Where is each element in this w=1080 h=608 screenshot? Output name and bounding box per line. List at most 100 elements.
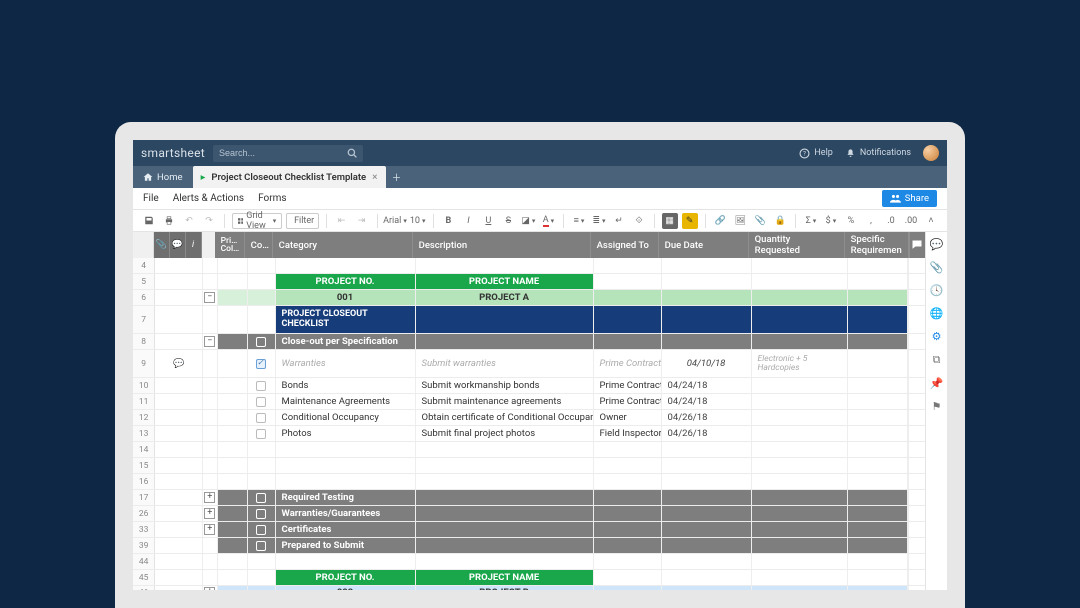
menu-forms[interactable]: Forms	[258, 193, 286, 204]
align-icon[interactable]: ≡▾	[571, 213, 587, 229]
currency-icon[interactable]: $▾	[823, 213, 839, 229]
row-comment-header[interactable]	[909, 232, 925, 258]
comment-col-header[interactable]: 💬	[170, 232, 186, 258]
section-row[interactable]: 17+Required Testing	[133, 490, 925, 506]
checkbox[interactable]	[256, 381, 266, 391]
dec-inc-icon[interactable]: .0	[883, 213, 899, 229]
table-row[interactable]: 9💬 Warranties Submit warranties Prime Co…	[133, 350, 925, 378]
copy-panel-icon[interactable]: ⧉	[933, 353, 941, 367]
project-header-row[interactable]: 5 PROJECT NO. PROJECT NAME	[133, 274, 925, 290]
comments-panel-icon[interactable]: 💬	[930, 238, 944, 251]
project-header-row[interactable]: 45 PROJECT NO. PROJECT NAME	[133, 570, 925, 586]
table-row[interactable]: 10 Bonds Submit workmanship bonds Prime …	[133, 378, 925, 394]
share-button[interactable]: Share	[882, 190, 937, 207]
close-icon[interactable]: ×	[372, 172, 377, 183]
font-dropdown[interactable]: Arial▾	[384, 213, 405, 229]
automation-icon[interactable]: ⚑	[932, 400, 942, 413]
print-icon[interactable]	[161, 213, 177, 229]
search-box[interactable]	[213, 145, 363, 162]
checkbox[interactable]	[256, 509, 266, 519]
table-row[interactable]: 12 Conditional Occupancy Obtain certific…	[133, 410, 925, 426]
avatar[interactable]	[923, 145, 939, 161]
col-category[interactable]: Category	[273, 232, 413, 258]
info-col-header[interactable]: i	[186, 232, 202, 258]
pin-icon[interactable]: 📌	[930, 377, 944, 390]
search-input[interactable]	[219, 148, 347, 158]
col-spec[interactable]: Specific Requiremen	[845, 232, 909, 258]
gridview-dropdown[interactable]: Grid View ▾	[232, 213, 283, 229]
link-icon[interactable]: 🔗	[712, 213, 728, 229]
expand-button[interactable]: +	[204, 524, 215, 535]
highlight-icon[interactable]: ✎	[682, 213, 698, 229]
home-tab[interactable]: Home	[133, 166, 193, 188]
strike-icon[interactable]: S	[500, 213, 516, 229]
sum-icon[interactable]: Σ▾	[803, 213, 819, 229]
checkbox[interactable]	[256, 397, 266, 407]
collapse-button[interactable]: −	[204, 292, 215, 303]
expand-button[interactable]: +	[204, 508, 215, 519]
table-row[interactable]: 16	[133, 474, 925, 490]
indent-icon[interactable]: ⇥	[354, 213, 370, 229]
attachments-panel-icon[interactable]: 📎	[930, 261, 944, 274]
format-icon[interactable]: ⟐	[631, 213, 647, 229]
menu-file[interactable]: File	[143, 193, 159, 204]
project-row[interactable]: 46+ 002 PROJECT B	[133, 586, 925, 590]
checkbox[interactable]	[256, 541, 266, 551]
fill-color-icon[interactable]: ◪▾	[520, 213, 536, 229]
redo-icon[interactable]: ↷	[201, 213, 217, 229]
checkbox[interactable]	[256, 359, 266, 369]
menu-alerts[interactable]: Alerts & Actions	[173, 193, 244, 204]
italic-icon[interactable]: I	[460, 213, 476, 229]
settings-panel-icon[interactable]: ⚙	[932, 330, 942, 343]
col-assigned[interactable]: Assigned To	[591, 232, 659, 258]
checkbox[interactable]	[256, 413, 266, 423]
comma-icon[interactable]: ,	[863, 213, 879, 229]
section-row[interactable]: 33+Certificates	[133, 522, 925, 538]
table-row[interactable]: 11 Maintenance Agreements Submit mainten…	[133, 394, 925, 410]
col-priority[interactable]: Pri… Col…	[215, 232, 245, 258]
image-icon[interactable]: 🖼	[732, 213, 748, 229]
expand-button[interactable]: +	[204, 492, 215, 503]
table-row[interactable]: 15	[133, 458, 925, 474]
expand-button[interactable]: +	[204, 587, 215, 590]
section-row[interactable]: 8− Close-out per Specification	[133, 334, 925, 350]
checkbox[interactable]	[256, 493, 266, 503]
lock-icon[interactable]: 🔒	[772, 213, 788, 229]
attachment-col-header[interactable]: 📎	[154, 232, 170, 258]
underline-icon[interactable]: U	[480, 213, 496, 229]
save-icon[interactable]	[141, 213, 157, 229]
valign-icon[interactable]: ≣▾	[591, 213, 607, 229]
new-tab-button[interactable]: ＋	[386, 166, 408, 188]
fontsize-dropdown[interactable]: 10▾	[410, 213, 426, 229]
col-description[interactable]: Description	[413, 232, 591, 258]
bold-icon[interactable]: B	[440, 213, 456, 229]
conditional-format-icon[interactable]: ▦	[662, 213, 678, 229]
help-link[interactable]: ? Help	[799, 148, 832, 159]
col-qty[interactable]: Quantity Requested	[749, 232, 845, 258]
section-row[interactable]: 39Prepared to Submit	[133, 538, 925, 554]
filter-button[interactable]: Filter	[286, 213, 319, 229]
checkbox[interactable]	[256, 337, 266, 347]
notifications-link[interactable]: Notifications	[845, 148, 911, 159]
percent-icon[interactable]: %	[843, 213, 859, 229]
table-row[interactable]: 14	[133, 442, 925, 458]
document-tab[interactable]: ▸ Project Closeout Checklist Template ×	[193, 166, 386, 188]
collapse-button[interactable]: −	[204, 336, 215, 347]
dec-dec-icon[interactable]: .00	[903, 213, 919, 229]
outdent-icon[interactable]: ⇤	[334, 213, 350, 229]
comment-icon[interactable]: 💬	[171, 350, 187, 377]
table-row[interactable]: 13 Photos Submit final project photos Fi…	[133, 426, 925, 442]
activity-panel-icon[interactable]: 🕓	[930, 284, 944, 297]
closeout-header-row[interactable]: 7 PROJECT CLOSEOUT CHECKLIST	[133, 306, 925, 334]
undo-icon[interactable]: ↶	[181, 213, 197, 229]
table-row[interactable]: 44	[133, 554, 925, 570]
attachment-icon[interactable]: 📎	[752, 213, 768, 229]
checkbox[interactable]	[256, 429, 266, 439]
globe-icon[interactable]: 🌐	[930, 307, 944, 320]
text-color-icon[interactable]: A▾	[540, 213, 556, 229]
chevron-up-icon[interactable]: ˄	[923, 213, 939, 229]
wrap-icon[interactable]: ↵	[611, 213, 627, 229]
col-due[interactable]: Due Date	[659, 232, 749, 258]
col-complete[interactable]: Co…	[245, 232, 273, 258]
section-row[interactable]: 26+Warranties/Guarantees	[133, 506, 925, 522]
